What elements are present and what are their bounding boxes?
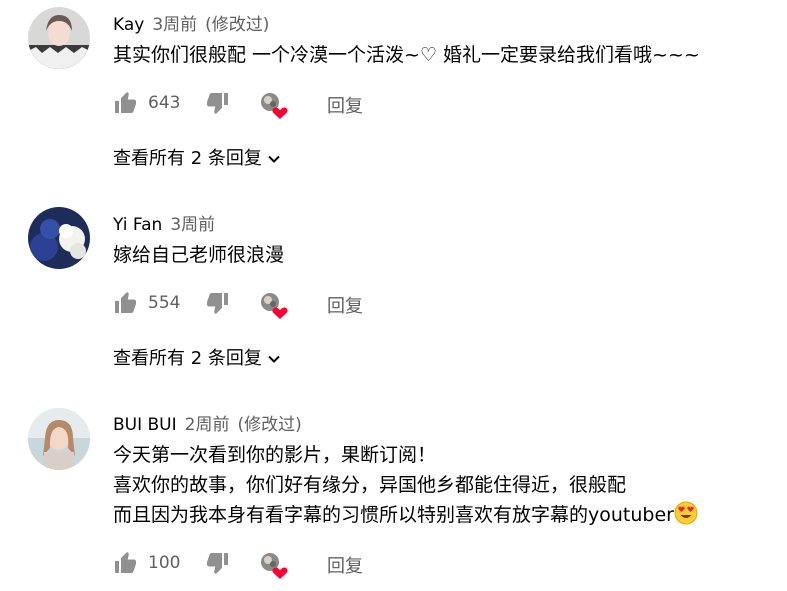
chevron-down-icon xyxy=(262,148,282,169)
reply-button[interactable]: 回复 xyxy=(327,92,363,118)
comment-text-line: 而且因为我本身有看字幕的习惯所以特别喜欢有放字幕的youtuber xyxy=(113,500,698,535)
comment-text-line: 今天第一次看到你的影片，果断订阅！ xyxy=(113,444,437,466)
thumbs-up-icon xyxy=(113,291,137,315)
author-name[interactable]: Yi Fan xyxy=(113,215,162,235)
comment-text-line-content: 而且因为我本身有看字幕的习惯所以特别喜欢有放字幕的youtuber xyxy=(113,504,674,526)
avatar[interactable] xyxy=(28,207,90,269)
dislike-button[interactable] xyxy=(206,91,230,115)
like-button[interactable] xyxy=(113,91,137,115)
thumbs-down-icon xyxy=(206,291,230,315)
like-count: 643 xyxy=(148,93,181,113)
reply-button[interactable]: 回复 xyxy=(327,552,363,578)
creator-heart xyxy=(259,291,289,321)
creator-heart xyxy=(259,551,289,581)
view-replies-label: 查看所有 2 条回复 xyxy=(113,148,262,169)
like-button[interactable] xyxy=(113,551,137,575)
creator-heart-icon xyxy=(259,91,289,121)
comment-text: 其实你们很般配 一个冷漠一个活泼~♡ 婚礼一定要录给我们看哦~~~ xyxy=(113,44,700,66)
heart-eyes-emoji-icon xyxy=(674,501,698,535)
author-name[interactable]: Kay xyxy=(113,15,144,35)
view-replies-button[interactable]: 查看所有 2 条回复 xyxy=(113,344,282,370)
dislike-button[interactable] xyxy=(206,291,230,315)
thumbs-down-icon xyxy=(206,91,230,115)
reply-button[interactable]: 回复 xyxy=(327,292,363,318)
thumbs-down-icon xyxy=(206,551,230,575)
thumbs-up-icon xyxy=(113,91,137,115)
like-button[interactable] xyxy=(113,291,137,315)
like-count: 554 xyxy=(148,293,181,313)
author-name[interactable]: BUI BUI xyxy=(113,415,177,435)
creator-heart-icon xyxy=(259,291,289,321)
edited-label: (修改过) xyxy=(205,15,270,35)
like-count: 100 xyxy=(148,553,181,573)
comment-text-line: 喜欢你的故事，你们好有缘分，异国他乡都能住得近，很般配 xyxy=(113,474,627,496)
comment-header: Kay 3周前 (修改过) xyxy=(113,10,269,35)
view-replies-button[interactable]: 查看所有 2 条回复 xyxy=(113,144,282,170)
comment-text: 嫁给自己老师很浪漫 xyxy=(113,244,285,266)
comment-time[interactable]: 3周前 xyxy=(170,215,215,235)
creator-heart-icon xyxy=(259,551,289,581)
comment-actions: 100 回复 xyxy=(113,551,613,579)
edited-label: (修改过) xyxy=(237,415,302,435)
comment-actions: 643 回复 xyxy=(113,91,613,119)
comment-actions: 554 回复 xyxy=(113,291,613,319)
comment-header: Yi Fan 3周前 xyxy=(113,210,215,235)
creator-heart xyxy=(259,91,289,121)
view-replies-label: 查看所有 2 条回复 xyxy=(113,348,262,369)
comment-time[interactable]: 3周前 xyxy=(152,15,197,35)
avatar[interactable] xyxy=(28,408,90,470)
chevron-down-icon xyxy=(262,348,282,369)
thumbs-up-icon xyxy=(113,551,137,575)
dislike-button[interactable] xyxy=(206,551,230,575)
comment-time[interactable]: 2周前 xyxy=(185,415,230,435)
comment-header: BUI BUI 2周前 (修改过) xyxy=(113,410,302,435)
avatar[interactable] xyxy=(28,7,90,69)
